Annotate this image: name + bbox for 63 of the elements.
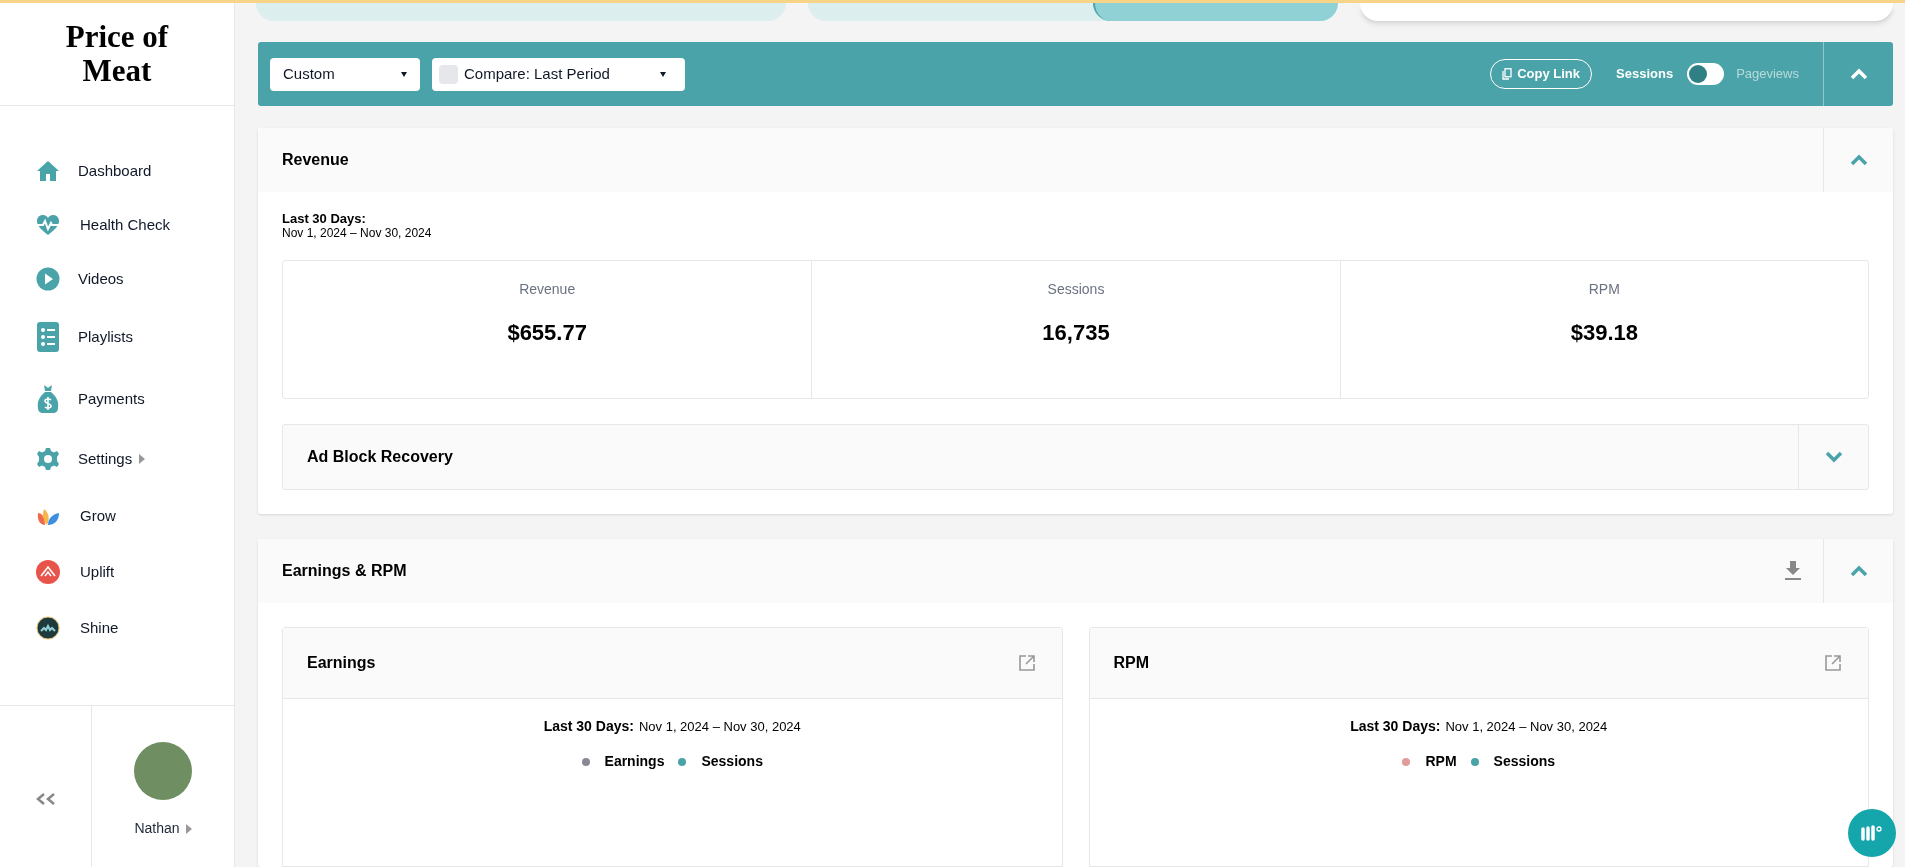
panel-title: Revenue [282, 150, 350, 170]
chat-logo-icon [1861, 825, 1883, 841]
period-dates: Nov 1, 2024 – Nov 30, 2024 [1445, 718, 1608, 736]
card-title: Earnings [307, 653, 377, 673]
nav-item[interactable]: Settings [36, 430, 234, 488]
metric-toggle[interactable] [1687, 63, 1725, 85]
stat-value: $39.18 [1570, 319, 1638, 347]
caret-right-icon [139, 454, 146, 464]
panel-title: Earnings & RPM [282, 561, 408, 581]
period-label: Last 30 Days: [1350, 717, 1441, 736]
nav-item[interactable]: Shine [36, 600, 234, 656]
nav-item[interactable]: Videos [36, 252, 234, 306]
site-logo[interactable]: Price of Meat [47, 20, 187, 88]
legend-label[interactable]: RPM [1425, 751, 1457, 772]
nav-item[interactable]: Health Check [36, 198, 234, 252]
period-label: Last 30 Days: [282, 211, 367, 226]
legend-label[interactable]: Earnings [604, 751, 665, 772]
checklist-icon [36, 322, 60, 352]
period-dates: Nov 1, 2024 – Nov 30, 2024 [282, 226, 433, 241]
landscape-icon [36, 616, 60, 640]
period-dates: Nov 1, 2024 – Nov 30, 2024 [638, 718, 801, 736]
money-bag-icon [36, 384, 60, 414]
date-range-dropdown[interactable]: Custom [270, 57, 420, 91]
nav-item[interactable]: Grow [36, 488, 234, 544]
caret-right-icon [185, 823, 192, 834]
external-link-icon [1825, 655, 1841, 671]
compare-dropdown[interactable]: Compare: Last Period [432, 57, 685, 91]
toggle-label: Pageviews [1736, 65, 1799, 84]
external-link-icon [1018, 655, 1035, 671]
avatar[interactable] [134, 742, 192, 800]
copy-icon [1502, 68, 1513, 80]
section-title: Ad Block Recovery [307, 447, 454, 467]
user-menu[interactable]: Nathan [134, 818, 192, 839]
double-chevron-left-icon [34, 791, 57, 806]
chevron-up-icon [1849, 565, 1868, 577]
play-icon [36, 267, 60, 291]
download-icon [1785, 561, 1801, 581]
chevron-up-icon [1849, 68, 1868, 80]
stat-value: $655.77 [507, 319, 587, 347]
dropdown-caret-icon [401, 71, 407, 77]
stat-label: Revenue [519, 280, 576, 299]
legend-label[interactable]: Sessions [1493, 751, 1556, 772]
stat-value: 16,735 [1042, 319, 1110, 347]
mountain-icon [36, 560, 60, 584]
period-label: Last 30 Days: [543, 717, 634, 736]
open-external-button[interactable] [1017, 654, 1036, 672]
nav-item[interactable]: Playlists [36, 306, 234, 368]
home-icon [36, 159, 60, 183]
settings-icon [36, 447, 60, 471]
legend-label[interactable]: Sessions [701, 751, 763, 772]
nav-item[interactable]: Payments [36, 368, 234, 430]
dropdown-caret-icon [660, 71, 666, 77]
nav-item[interactable]: Uplift [36, 544, 234, 600]
chevron-down-icon [1824, 451, 1843, 463]
stat-label: Sessions [1047, 280, 1105, 299]
nav-item[interactable]: Dashboard [36, 144, 234, 198]
card-title: RPM [1113, 653, 1151, 673]
heartbeat-icon [36, 214, 60, 236]
stat-label: RPM [1588, 280, 1620, 299]
toggle-label: Sessions [1616, 65, 1674, 84]
chevron-up-icon [1849, 154, 1868, 166]
open-external-button[interactable] [1824, 654, 1842, 672]
compare-checkbox[interactable] [439, 64, 458, 84]
